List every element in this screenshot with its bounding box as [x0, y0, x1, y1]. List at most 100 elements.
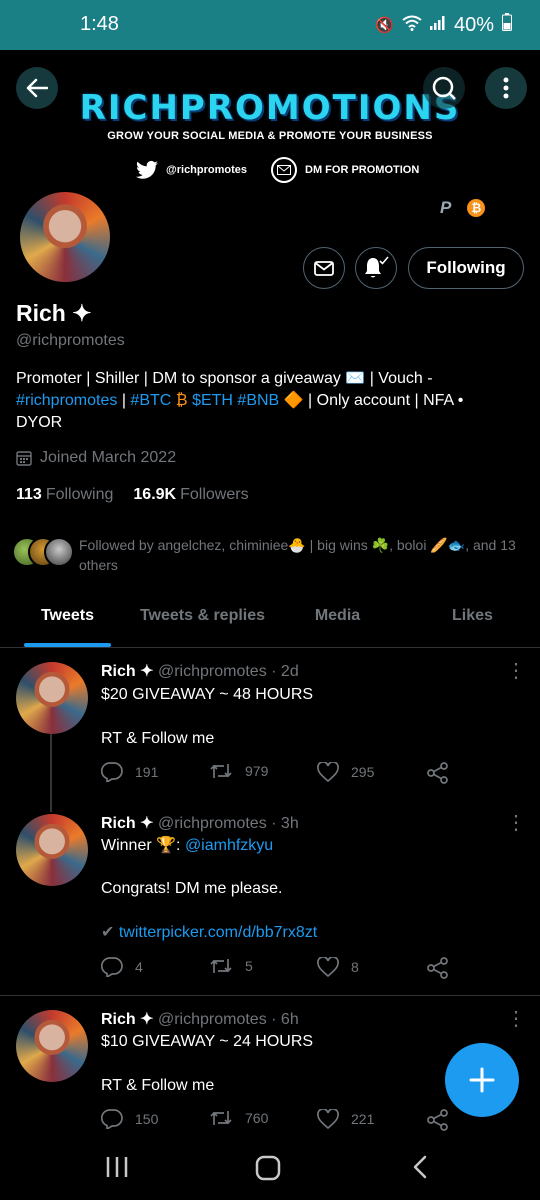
share-button[interactable] — [427, 762, 449, 784]
tweet-more-icon[interactable]: ⋮ — [506, 1006, 526, 1031]
twitter-bird-icon — [136, 160, 158, 179]
retweet-button[interactable]: 5 — [209, 957, 253, 975]
retweet-icon — [210, 959, 232, 973]
tweet-avatar[interactable] — [16, 814, 88, 886]
more-options-button[interactable] — [485, 67, 527, 109]
retweet-count: 760 — [245, 1110, 269, 1126]
share-button[interactable] — [427, 1109, 449, 1131]
home-icon[interactable] — [254, 1154, 282, 1182]
tweet-author-name: Rich ✦ — [101, 815, 154, 832]
tweet-more-icon[interactable]: ⋮ — [506, 658, 526, 683]
search-icon — [432, 76, 456, 100]
profile-bio: Promoter | Shiller | DM to sponsor a giv… — [16, 368, 516, 434]
like-count: 8 — [351, 959, 359, 975]
hashtag-link[interactable]: #BNB — [237, 392, 279, 409]
reply-button[interactable]: 191 — [101, 762, 158, 782]
joined-text: Joined March 2022 — [40, 449, 177, 466]
reply-button[interactable]: 4 — [101, 957, 143, 977]
retweet-button[interactable]: 979 — [209, 762, 268, 780]
tweet-link-line: ✔ twitterpicker.com/d/bb7rx8zt — [101, 922, 317, 944]
reply-count: 4 — [135, 959, 143, 975]
share-button[interactable] — [427, 957, 449, 979]
tweet-header: Rich ✦ @richpromotes · 2d — [101, 661, 299, 681]
tab-media[interactable]: Media — [270, 590, 405, 647]
banner-tagline: GROW YOUR SOCIAL MEDIA & PROMOTE YOUR BU… — [107, 130, 433, 142]
status-bar: 1:48 🔇 40% — [0, 0, 540, 50]
reply-count: 191 — [135, 764, 159, 780]
tab-tweets[interactable]: Tweets — [0, 590, 135, 647]
tweet-text: Winner 🏆: @iamhfzkyu — [101, 837, 274, 854]
tweet-meta: @richpromotes · 3h — [157, 815, 299, 832]
like-button[interactable]: 295 — [317, 762, 374, 782]
compose-tweet-button[interactable] — [445, 1043, 519, 1117]
message-button[interactable] — [303, 247, 345, 289]
banner-twitter-handle: @richpromotes — [166, 164, 248, 176]
banner-twitter: @richpromotes — [136, 156, 247, 184]
tweet-avatar[interactable] — [16, 662, 88, 734]
mute-icon: 🔇 — [375, 17, 394, 34]
following-button[interactable]: Following — [408, 247, 524, 289]
retweet-icon — [210, 1111, 232, 1125]
bitcoin-emoji: ₿ — [171, 392, 193, 409]
tab-tweets-replies[interactable]: Tweets & replies — [135, 590, 270, 647]
mention-link[interactable]: @iamhfzkyu — [185, 837, 273, 854]
tweet-more-icon[interactable]: ⋮ — [506, 810, 526, 835]
tweet-text: RT & Follow me — [101, 1077, 215, 1094]
share-icon — [427, 1109, 448, 1131]
thread-line — [50, 734, 52, 812]
calendar-icon — [16, 451, 32, 466]
tweet-meta: @richpromotes · 6h — [157, 1011, 299, 1028]
follower-avatar — [44, 537, 74, 567]
tweet-avatar[interactable] — [16, 1010, 88, 1082]
tweet-meta: @richpromotes · 2d — [157, 663, 299, 680]
tweet-header: Rich ✦ @richpromotes · 6h — [101, 1009, 299, 1029]
profile-handle: @richpromotes — [16, 332, 125, 349]
bio-text: DYOR — [16, 414, 63, 431]
reply-count: 150 — [135, 1111, 159, 1127]
retweet-icon — [210, 764, 232, 778]
heart-icon — [317, 1109, 339, 1129]
profile-name: Rich ✦ — [16, 300, 92, 326]
following-count-link[interactable]: 113 Following — [16, 486, 113, 504]
bitcoin-icon: ₿ — [467, 199, 486, 217]
reply-button[interactable]: 150 — [101, 1109, 158, 1129]
share-icon — [427, 957, 448, 979]
heart-icon — [317, 762, 339, 782]
envelope-icon — [314, 260, 334, 276]
like-button[interactable]: 221 — [317, 1109, 374, 1129]
back-arrow-icon — [26, 78, 48, 98]
status-icons: 🔇 40% — [375, 13, 512, 37]
notifications-button[interactable] — [355, 247, 397, 289]
bio-text: | — [117, 392, 131, 409]
like-count: 295 — [351, 764, 375, 780]
like-count: 221 — [351, 1111, 375, 1127]
tweet-actions: 150 760 221 — [101, 1109, 461, 1133]
cashtag-link[interactable]: $ETH — [192, 392, 233, 409]
retweet-button[interactable]: 760 — [209, 1109, 268, 1127]
recent-apps-icon[interactable] — [104, 1154, 130, 1180]
envelope-icon — [271, 157, 297, 183]
reply-icon — [101, 762, 123, 782]
followers-count-link[interactable]: 16.9K Followers — [133, 486, 248, 504]
back-button[interactable] — [16, 67, 58, 109]
like-button[interactable]: 8 — [317, 957, 359, 977]
tweet-actions: 191 979 295 — [101, 762, 461, 786]
hashtag-link[interactable]: #richpromotes — [16, 392, 117, 409]
paypal-icon: P — [440, 198, 452, 217]
plus-icon — [469, 1067, 495, 1093]
following-count: 113 — [16, 486, 42, 503]
hashtag-link[interactable]: #BTC — [130, 392, 171, 409]
tweet-url-link[interactable]: twitterpicker.com/d/bb7rx8zt — [119, 924, 317, 941]
follower-avatars — [12, 537, 74, 569]
back-nav-icon[interactable] — [410, 1154, 430, 1180]
retweet-count: 979 — [245, 763, 269, 779]
profile-avatar[interactable] — [16, 188, 114, 286]
followers-count: 16.9K — [133, 486, 177, 503]
tab-likes[interactable]: Likes — [405, 590, 540, 647]
system-navigation-bar — [0, 1140, 540, 1200]
search-button[interactable] — [423, 67, 465, 109]
battery-icon — [502, 13, 512, 37]
vertical-dots-icon — [503, 77, 509, 99]
banner-dm: DM FOR PROMOTION — [271, 156, 419, 184]
signal-icon — [429, 16, 446, 34]
